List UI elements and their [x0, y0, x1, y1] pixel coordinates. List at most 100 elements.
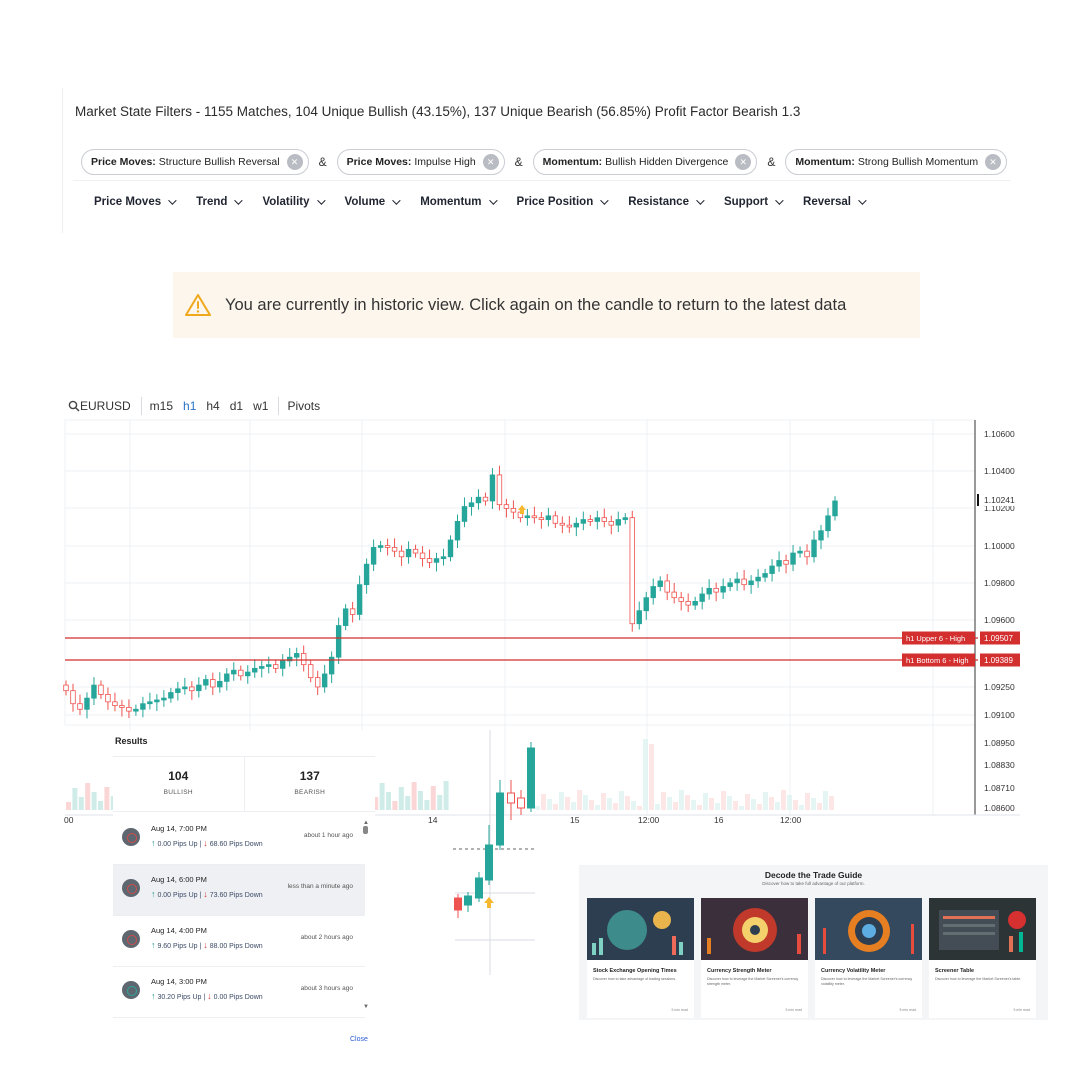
results-title: Results [115, 736, 148, 746]
candle-bullish [811, 539, 817, 558]
candle-bearish [510, 507, 517, 513]
candle-bearish [412, 548, 419, 554]
guide-card[interactable]: Currency Volatility Meter Discover how t… [815, 898, 922, 1018]
candle-bullish [657, 580, 663, 587]
candle-bullish [405, 548, 412, 558]
candle-bearish [496, 474, 503, 506]
arrow-down-icon: ↓ [203, 838, 208, 848]
candle-bearish [601, 517, 607, 522]
candle-bullish [475, 496, 482, 504]
candle-bullish [734, 578, 740, 584]
candle-bullish [573, 522, 580, 528]
result-date: Aug 14, 6:00 PM [151, 875, 207, 884]
candle-bullish [692, 601, 698, 606]
card-read-time: 5 min read [785, 1008, 802, 1012]
pips-down: 68.60 Pips Down [209, 841, 263, 848]
results-scrollbar[interactable]: ▲ ▼ [363, 820, 369, 1010]
arrow-down-icon: ↓ [207, 991, 212, 1001]
candle-bullish [454, 521, 461, 541]
pips-up: 0.00 Pips Up [157, 841, 198, 848]
candle-bearish [552, 515, 559, 524]
target-icon [122, 981, 140, 999]
candle-bullish [363, 563, 370, 586]
candle-bullish [217, 680, 223, 688]
arrow-down-icon: ↓ [203, 940, 208, 950]
pips-down: 0.00 Pips Down [213, 994, 263, 1001]
result-item[interactable]: Aug 14, 3:00 PM ↑ 30.20 Pips Up | ↓ 0.00… [113, 967, 365, 1018]
pips-down: 73.60 Pips Down [209, 892, 263, 899]
candle-bullish [706, 587, 712, 595]
inset-candle-bearish [517, 797, 525, 809]
candle-bullish [636, 610, 642, 625]
result-pips: ↑ 0.00 Pips Up | ↓ 68.60 Pips Down [151, 838, 263, 848]
price-tick-label: 1.08600 [984, 803, 1015, 813]
volume-bar [85, 783, 91, 810]
candle-bearish [671, 591, 677, 599]
candle-bullish [224, 673, 230, 682]
card-desc: Discover how to leverage the Market Scre… [707, 977, 799, 986]
result-time-ago: about 1 hour ago [303, 832, 353, 839]
candle-bearish [391, 547, 398, 552]
inset-candle-bullish [485, 844, 493, 881]
result-item[interactable]: Aug 14, 7:00 PM ↑ 0.00 Pips Up | ↓ 68.60… [113, 814, 365, 865]
candle-bullish [440, 556, 447, 560]
card-title: Currency Strength Meter [707, 968, 772, 974]
candle-bullish [447, 539, 454, 558]
guide-card[interactable]: Screener Table Discover how to leverage … [929, 898, 1036, 1018]
candle-bearish [105, 694, 111, 703]
candle-bullish [133, 708, 139, 712]
guide-title: Decode the Trade Guide [764, 870, 863, 880]
candle-bullish [84, 697, 90, 710]
volume-bar [424, 800, 430, 810]
volume-bar [637, 806, 642, 810]
results-counts: 104 BULLISH 137 BEARISH [113, 756, 375, 812]
result-time-ago: about 3 hours ago [300, 985, 353, 992]
result-time-ago: about 2 hours ago [300, 934, 353, 941]
guide-card[interactable]: Currency Strength Meter Discover how to … [701, 898, 808, 1018]
price-tick-label: 1.09800 [984, 578, 1015, 588]
volume-bar [787, 795, 792, 810]
volume-bar [673, 802, 678, 810]
candle-bullish [245, 671, 251, 677]
volume-bar [91, 792, 97, 810]
price-tick-label: 1.10600 [984, 429, 1015, 439]
candle-bearish [126, 707, 132, 712]
time-tick-label: 15 [570, 815, 580, 825]
result-item[interactable]: Aug 14, 4:00 PM ↑ 9.60 Pips Up | ↓ 88.00… [113, 916, 365, 967]
volume-bar [775, 802, 780, 810]
arrow-up-icon: ↑ [151, 991, 156, 1001]
inset-candle-bullish [527, 747, 535, 809]
result-date: Aug 14, 7:00 PM [151, 824, 207, 833]
volume-bar [751, 799, 756, 810]
result-item-selected[interactable]: Aug 14, 6:00 PM ↑ 0.00 Pips Up | ↓ 73.60… [113, 865, 365, 916]
volume-bar [535, 806, 540, 810]
candle-bullish [797, 550, 803, 554]
volume-bar [763, 792, 768, 810]
candle-bearish [587, 519, 594, 522]
volume-bar [655, 804, 660, 810]
pips-up: 30.20 Pips Up [157, 994, 202, 1001]
candle-bearish [713, 587, 719, 593]
result-date: Aug 14, 4:00 PM [151, 926, 207, 935]
candle-bullish [175, 688, 181, 693]
candle-bearish [608, 521, 614, 526]
guide-subtitle: Discover how to take full advantage of o… [762, 881, 865, 886]
inset-candle-bullish [475, 877, 483, 899]
target-icon [122, 930, 140, 948]
level-label: h1 Upper 6 - High [906, 634, 965, 643]
candle-bullish [370, 547, 377, 565]
volume-bar [631, 801, 636, 810]
result-pips: ↑ 30.20 Pips Up | ↓ 0.00 Pips Down [151, 991, 263, 1001]
volume-bar [398, 787, 404, 810]
volume-bar [392, 801, 398, 810]
candle-bearish [559, 522, 566, 526]
level-price: 1.09389 [984, 656, 1013, 665]
candle-bullish [377, 545, 384, 548]
volume-bar [715, 803, 720, 810]
volume-bar [571, 802, 576, 810]
candle-bearish [70, 690, 76, 705]
close-button[interactable]: Close [350, 1036, 368, 1043]
guide-card[interactable]: Stock Exchange Opening Times Discover ho… [587, 898, 694, 1018]
volume-bar [703, 793, 708, 810]
candle-bullish [231, 669, 237, 675]
